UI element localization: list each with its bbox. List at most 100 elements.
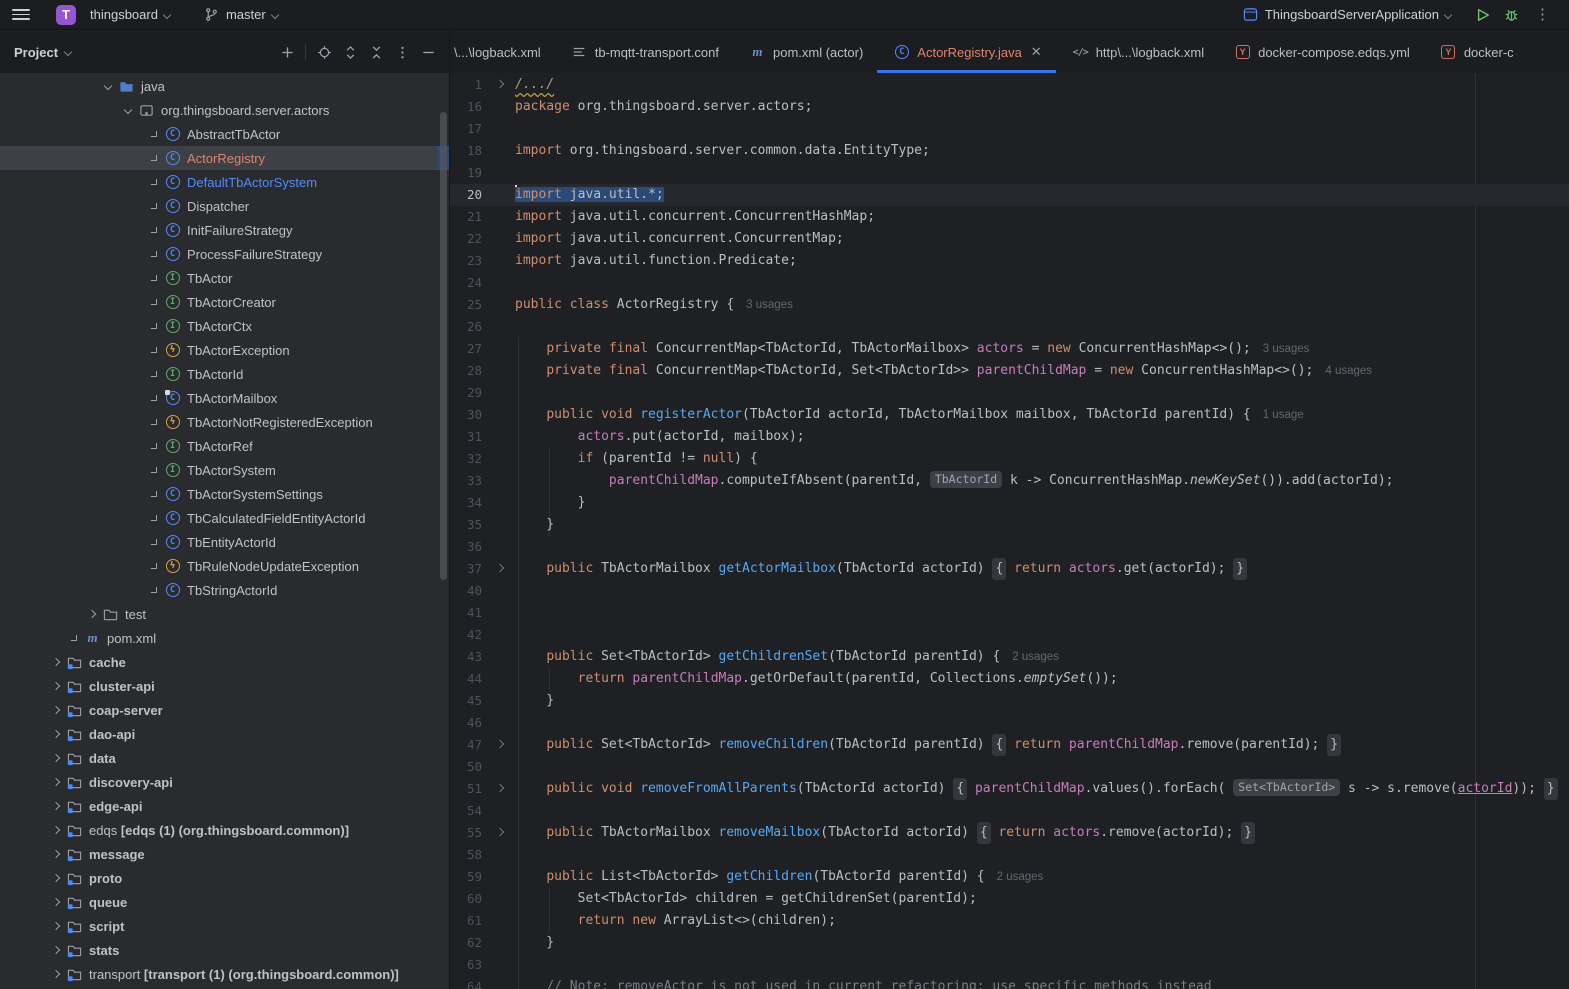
- run-configuration-selector[interactable]: ThingsboardServerApplication: [1236, 3, 1458, 27]
- debug-button[interactable]: [1502, 6, 1520, 24]
- line-number[interactable]: 46: [450, 712, 482, 734]
- tree-item-edge-api[interactable]: edge-api: [0, 794, 449, 818]
- code-line-50[interactable]: 50: [450, 756, 1569, 778]
- code-line-46[interactable]: 46: [450, 712, 1569, 734]
- line-number[interactable]: 23: [450, 250, 482, 272]
- tab-docker-compose-edqs-yml[interactable]: Ydocker-compose.edqs.yml: [1218, 31, 1424, 73]
- code-line-17[interactable]: 17: [450, 118, 1569, 140]
- tree-item-processfailurestrategy[interactable]: C ProcessFailureStrategy: [0, 242, 449, 266]
- line-number[interactable]: 59: [450, 866, 482, 888]
- chevron-right-icon[interactable]: [48, 870, 64, 886]
- code-line-25[interactable]: 25 public class ActorRegistry {3 usages: [450, 294, 1569, 316]
- line-number[interactable]: 18: [450, 140, 482, 162]
- fold-chevron-icon[interactable]: [496, 80, 504, 88]
- code-line-37[interactable]: 37 public TbActorMailbox getActorMailbox…: [450, 558, 1569, 580]
- tree-item-tbactorsystemsettings[interactable]: C TbActorSystemSettings: [0, 482, 449, 506]
- tree-item-tbactornotregisteredexception[interactable]: ϟ TbActorNotRegisteredException: [0, 410, 449, 434]
- usages-hint[interactable]: 2 usages: [997, 871, 1044, 883]
- chevron-right-icon[interactable]: [48, 774, 64, 790]
- project-logo[interactable]: T: [56, 4, 76, 25]
- tree-item-message[interactable]: message: [0, 842, 449, 866]
- close-icon[interactable]: ✕: [1031, 44, 1042, 60]
- add-icon[interactable]: [276, 41, 298, 63]
- chevron-right-icon[interactable]: [48, 846, 64, 862]
- tree-item-tbcalculatedfieldentityactorid[interactable]: C TbCalculatedFieldEntityActorId: [0, 506, 449, 530]
- tree-item-data[interactable]: data: [0, 746, 449, 770]
- chevron-right-icon[interactable]: [48, 750, 64, 766]
- line-number[interactable]: 54: [450, 800, 482, 822]
- code-line-62[interactable]: 62 }: [450, 932, 1569, 954]
- line-number[interactable]: 21: [450, 206, 482, 228]
- tab-tb-mqtt-transport-conf[interactable]: tb-mqtt-transport.conf: [555, 31, 733, 73]
- usages-hint[interactable]: 4 usages: [1325, 365, 1372, 377]
- tree-item-abstracttbactor[interactable]: C AbstractTbActor: [0, 122, 449, 146]
- line-number[interactable]: 43: [450, 646, 482, 668]
- tree-item-queue[interactable]: queue: [0, 890, 449, 914]
- code-line-19[interactable]: 19: [450, 162, 1569, 184]
- tree-item-defaulttbactorsystem[interactable]: C DefaultTbActorSystem: [0, 170, 449, 194]
- code-line-54[interactable]: 54: [450, 800, 1569, 822]
- tab-http-logback-xml[interactable]: </> http\...\logback.xml: [1056, 31, 1218, 73]
- line-number[interactable]: 25: [450, 294, 482, 316]
- code-line-44[interactable]: 44 return parentChildMap.getOrDefault(pa…: [450, 668, 1569, 690]
- code-line-60[interactable]: 60 Set<TbActorId> children = getChildren…: [450, 888, 1569, 910]
- tree-item-tbactorexception[interactable]: ϟ TbActorException: [0, 338, 449, 362]
- tree-scrollbar[interactable]: [440, 112, 447, 580]
- line-number[interactable]: 44: [450, 668, 482, 690]
- code-line-26[interactable]: 26: [450, 316, 1569, 338]
- tree-item-org-thingsboard-server-actors[interactable]: org.thingsboard.server.actors: [0, 98, 449, 122]
- chevron-right-icon[interactable]: [84, 606, 100, 622]
- line-number[interactable]: 35: [450, 514, 482, 536]
- code-line-43[interactable]: 43 public Set<TbActorId> getChildrenSet(…: [450, 646, 1569, 668]
- code-line-31[interactable]: 31 actors.put(actorId, mailbox);: [450, 426, 1569, 448]
- chevron-right-icon[interactable]: [48, 894, 64, 910]
- code-line-36[interactable]: 36: [450, 536, 1569, 558]
- line-number[interactable]: 40: [450, 580, 482, 602]
- locate-icon[interactable]: [313, 41, 335, 63]
- line-number[interactable]: 30: [450, 404, 482, 426]
- line-number[interactable]: 20: [450, 184, 482, 206]
- chevron-right-icon[interactable]: [48, 942, 64, 958]
- tree-item-initfailurestrategy[interactable]: C InitFailureStrategy: [0, 218, 449, 242]
- code-line-24[interactable]: 24: [450, 272, 1569, 294]
- code-line-30[interactable]: 30 public void registerActor(TbActorId a…: [450, 404, 1569, 426]
- line-number[interactable]: 47: [450, 734, 482, 756]
- code-line-22[interactable]: 22 import java.util.concurrent.Concurrent…: [450, 228, 1569, 250]
- fold-chevron-icon[interactable]: [496, 784, 504, 792]
- code-line-45[interactable]: 45 }: [450, 690, 1569, 712]
- line-number[interactable]: 63: [450, 954, 482, 976]
- hamburger-menu-icon[interactable]: [8, 4, 34, 26]
- tree-item-coap-server[interactable]: coap-server: [0, 698, 449, 722]
- chevron-right-icon[interactable]: [48, 654, 64, 670]
- tree-item-cluster-api[interactable]: cluster-api: [0, 674, 449, 698]
- line-number[interactable]: 34: [450, 492, 482, 514]
- collapse-all-icon[interactable]: [365, 41, 387, 63]
- tree-item-tbactorid[interactable]: I TbActorId: [0, 362, 449, 386]
- fold-chevron-icon[interactable]: [496, 564, 504, 572]
- code-line-59[interactable]: 59 public List<TbActorId> getChildren(Tb…: [450, 866, 1569, 888]
- tree-item-transport[interactable]: transport [transport (1) (org.thingsboar…: [0, 962, 449, 986]
- tree-item-dispatcher[interactable]: C Dispatcher: [0, 194, 449, 218]
- code-line-64[interactable]: 64 // Note: removeActor is not used in c…: [450, 976, 1569, 989]
- more-actions-icon[interactable]: ⋮: [1530, 6, 1555, 23]
- code-line-1[interactable]: 1/.../: [450, 74, 1569, 96]
- line-number[interactable]: 62: [450, 932, 482, 954]
- usages-hint[interactable]: 1 usage: [1263, 409, 1304, 421]
- fold-chevron-icon[interactable]: [496, 740, 504, 748]
- tree-item-tbactor[interactable]: I TbActor: [0, 266, 449, 290]
- line-number[interactable]: 22: [450, 228, 482, 250]
- hide-icon[interactable]: [417, 41, 439, 63]
- usages-hint[interactable]: 3 usages: [1263, 343, 1310, 355]
- code-line-28[interactable]: 28 private final ConcurrentMap<TbActorId…: [450, 360, 1569, 382]
- run-button[interactable]: [1474, 6, 1492, 24]
- tree-item-pom-xml[interactable]: m pom.xml: [0, 626, 449, 650]
- code-line-34[interactable]: 34 }: [450, 492, 1569, 514]
- line-number[interactable]: 19: [450, 162, 482, 184]
- line-number[interactable]: 55: [450, 822, 482, 844]
- chevron-right-icon[interactable]: [48, 798, 64, 814]
- tree-item-test[interactable]: test: [0, 602, 449, 626]
- code-line-23[interactable]: 23 import java.util.function.Predicate;: [450, 250, 1569, 272]
- tab-docker-c[interactable]: Ydocker-c: [1424, 31, 1528, 73]
- vcs-branch-widget[interactable]: master: [197, 3, 285, 27]
- chevron-right-icon[interactable]: [48, 678, 64, 694]
